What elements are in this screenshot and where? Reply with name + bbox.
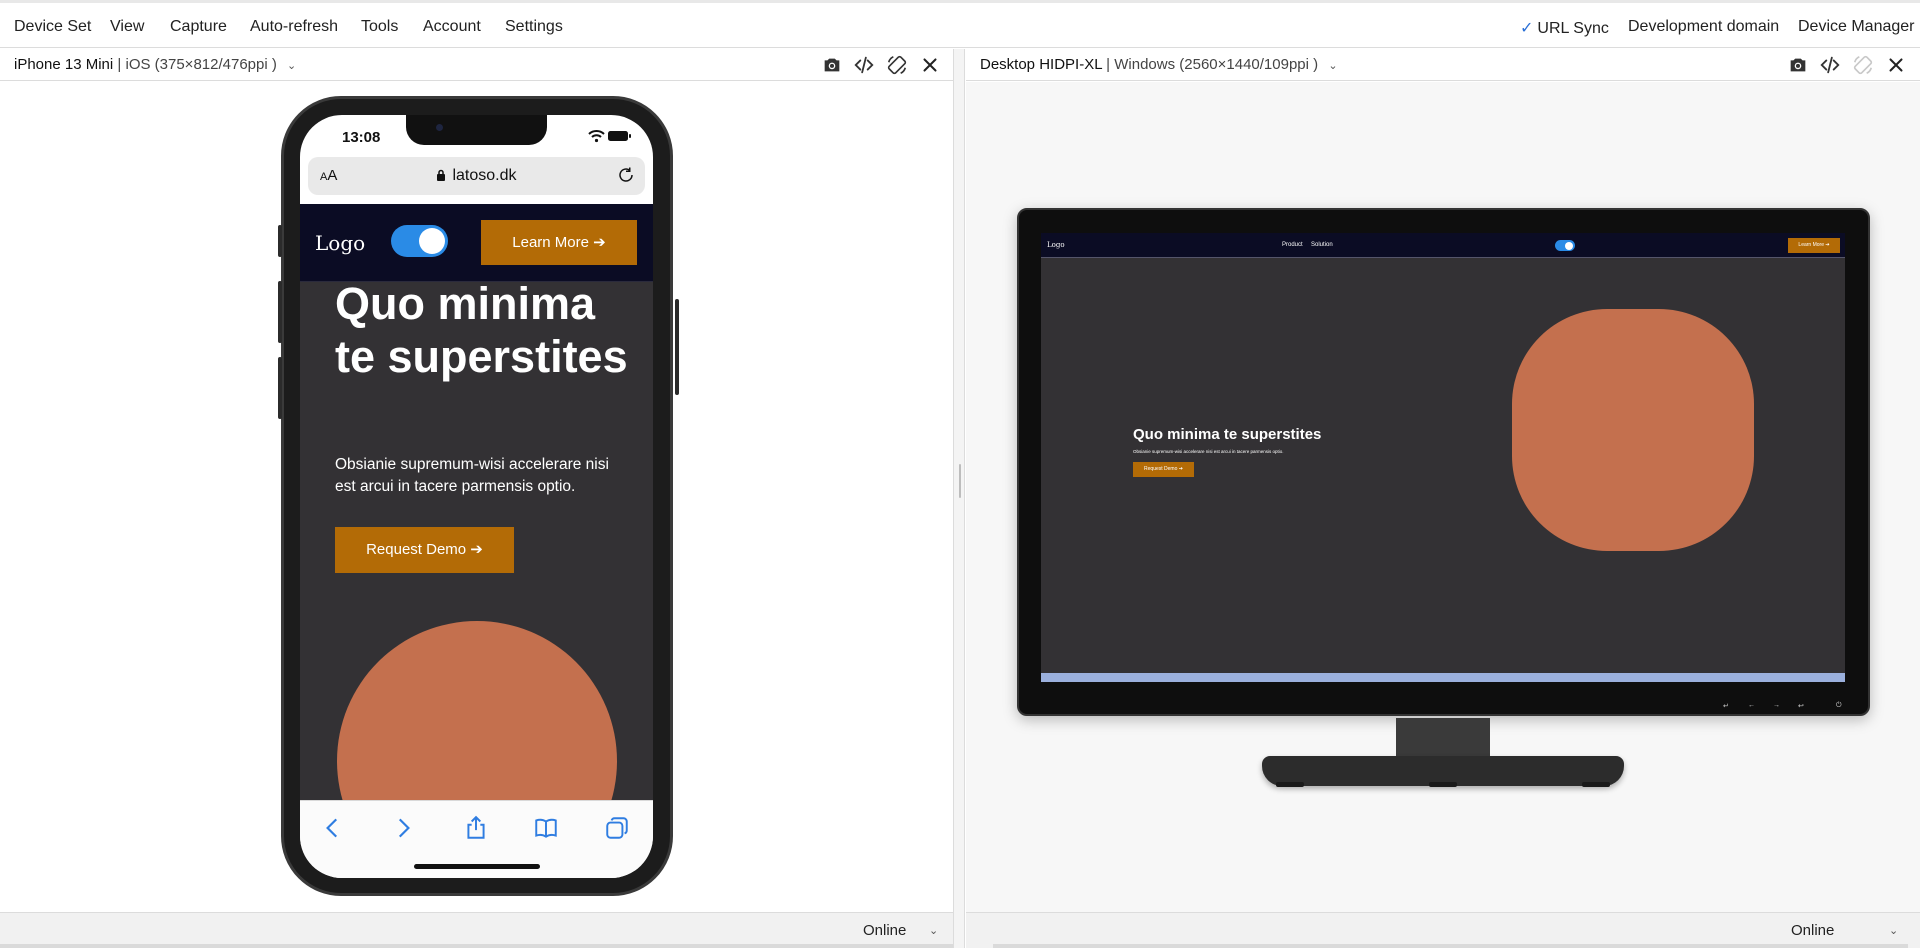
theme-toggle[interactable] (1555, 240, 1575, 251)
volume-down-button (278, 357, 282, 419)
top-menu-bar: Device Set View Capture Auto-refresh Too… (0, 0, 1920, 48)
hero-headline: Quo minima te superstites (1133, 426, 1322, 443)
url-sync-label: URL Sync (1537, 20, 1609, 37)
power-button (675, 299, 679, 395)
request-demo-button[interactable]: Request Demo ➔ (335, 527, 514, 573)
forward-chevron-icon[interactable] (390, 815, 416, 841)
development-domain-button[interactable]: Development domain (1628, 18, 1779, 36)
screenshot-camera-icon[interactable] (1787, 54, 1809, 76)
device-selector-right[interactable]: Desktop HIDPI-XL | Windows (2560×1440/10… (980, 56, 1338, 73)
close-pane-icon[interactable] (919, 54, 941, 76)
url-text: latoso.dk (452, 167, 517, 184)
monitor-right-icon: → (1773, 702, 1780, 709)
page-footer-strip (1041, 673, 1845, 682)
back-chevron-icon[interactable] (320, 815, 346, 841)
monitor-power-icon: ⏻ (1836, 702, 1842, 709)
hero-decorative-shape (1512, 309, 1754, 551)
rotate-device-icon (1852, 54, 1874, 76)
home-indicator (414, 864, 540, 869)
network-status-select[interactable]: Online (863, 922, 906, 939)
tabs-icon[interactable] (604, 815, 630, 841)
theme-toggle[interactable] (391, 225, 448, 257)
network-status-select[interactable]: Online (1791, 922, 1834, 939)
code-inspect-icon[interactable] (853, 54, 875, 76)
chevron-down-icon: ⌄ (929, 925, 939, 937)
mute-switch (278, 225, 282, 257)
device-spec: Windows (2560×1440/109ppi ) (1114, 56, 1319, 73)
left-pane-header: iPhone 13 Mini | iOS (375×812/476ppi ) ⌄ (0, 49, 953, 81)
menu-settings[interactable]: Settings (505, 18, 563, 36)
checkmark-icon: ✓ (1520, 20, 1534, 37)
monitor-stand-neck (1396, 718, 1490, 758)
horizontal-scrollbar[interactable] (0, 944, 953, 948)
right-pane-header: Desktop HIDPI-XL | Windows (2560×1440/10… (966, 49, 1920, 81)
toggle-knob (1565, 241, 1573, 250)
screenshot-camera-icon[interactable] (821, 54, 843, 76)
menu-device-set[interactable]: Device Set (14, 18, 91, 36)
rotate-device-icon[interactable] (886, 54, 908, 76)
site-nav-bar: Logo Product Solution Learn More ➔ (1041, 233, 1845, 258)
nav-link-solution[interactable]: Solution (1311, 242, 1333, 248)
code-inspect-icon[interactable] (1819, 54, 1841, 76)
menu-account[interactable]: Account (423, 18, 481, 36)
menu-auto-refresh[interactable]: Auto-refresh (250, 18, 338, 36)
resize-grip[interactable] (959, 464, 961, 498)
nav-link-product[interactable]: Product (1282, 242, 1303, 248)
chevron-down-icon: ⌄ (287, 60, 297, 72)
hero-paragraph: Obsianie supremum-wisi accelerare nisi e… (335, 456, 609, 495)
desktop-site-viewport: Logo Product Solution Learn More ➔ Quo m… (1041, 233, 1845, 682)
device-spec: iOS (375×812/476ppi ) (125, 56, 277, 73)
hero-decorative-shape (337, 621, 617, 800)
menu-view[interactable]: View (110, 18, 144, 36)
close-pane-icon[interactable] (1885, 54, 1907, 76)
monitor-input-icon: ↵ (1723, 703, 1729, 710)
safari-address-bar[interactable]: AA latoso.dk (308, 157, 645, 195)
learn-more-button[interactable]: Learn More ➔ (1788, 238, 1840, 253)
site-nav-bar: Logo Learn More ➔ (300, 204, 653, 282)
learn-more-button[interactable]: Learn More ➔ (481, 220, 637, 265)
horizontal-scrollbar[interactable] (993, 944, 1908, 948)
hero-headline: Quo minima te superstites (335, 278, 628, 382)
chevron-down-icon: ⌄ (1328, 60, 1338, 72)
device-name: Desktop HIDPI-XL (980, 56, 1102, 73)
address-url[interactable]: latoso.dk (308, 167, 645, 185)
reload-icon[interactable] (617, 166, 635, 184)
menu-tools[interactable]: Tools (361, 18, 398, 36)
lock-icon (437, 169, 446, 181)
battery-icon (608, 131, 631, 141)
monitor-left-icon: ← (1748, 702, 1755, 709)
monitor-back-icon: ↩ (1798, 703, 1804, 710)
menu-capture[interactable]: Capture (170, 18, 227, 36)
site-logo[interactable]: Logo (1047, 241, 1065, 249)
volume-up-button (278, 281, 282, 343)
phone-screen: 13:08 AA latoso.dk Logo Learn More ➔ Quo… (300, 115, 653, 878)
request-demo-button[interactable]: Request Demo ➔ (1133, 462, 1194, 477)
site-logo[interactable]: Logo (315, 231, 365, 255)
status-time: 13:08 (342, 129, 381, 146)
hero-paragraph: Obsianie supremum-wisi accelerare nisi e… (1133, 449, 1284, 454)
device-manager-button[interactable]: Device Manager (1798, 18, 1915, 36)
status-icons (587, 129, 631, 148)
monitor-stand-base (1262, 756, 1624, 787)
device-name: iPhone 13 Mini (14, 56, 114, 73)
stand-foot (1276, 782, 1304, 787)
toggle-knob (419, 228, 445, 254)
mobile-site-viewport: Logo Learn More ➔ Quo minima te supersti… (300, 204, 653, 800)
left-status-bar: Online ⌄ (0, 912, 953, 948)
stand-foot (1429, 782, 1457, 787)
url-sync-toggle[interactable]: ✓ URL Sync (1520, 18, 1609, 38)
pane-resize-divider[interactable] (953, 49, 965, 948)
right-status-bar: Online ⌄ (966, 912, 1920, 948)
device-selector-left[interactable]: iPhone 13 Mini | iOS (375×812/476ppi ) ⌄ (14, 56, 296, 73)
front-camera (436, 124, 443, 131)
wifi-icon (588, 130, 605, 143)
share-icon[interactable] (463, 815, 489, 841)
phone-notch (406, 115, 547, 145)
bookmarks-book-icon[interactable] (533, 815, 559, 841)
chevron-down-icon: ⌄ (1889, 925, 1899, 937)
stand-foot (1582, 782, 1610, 787)
